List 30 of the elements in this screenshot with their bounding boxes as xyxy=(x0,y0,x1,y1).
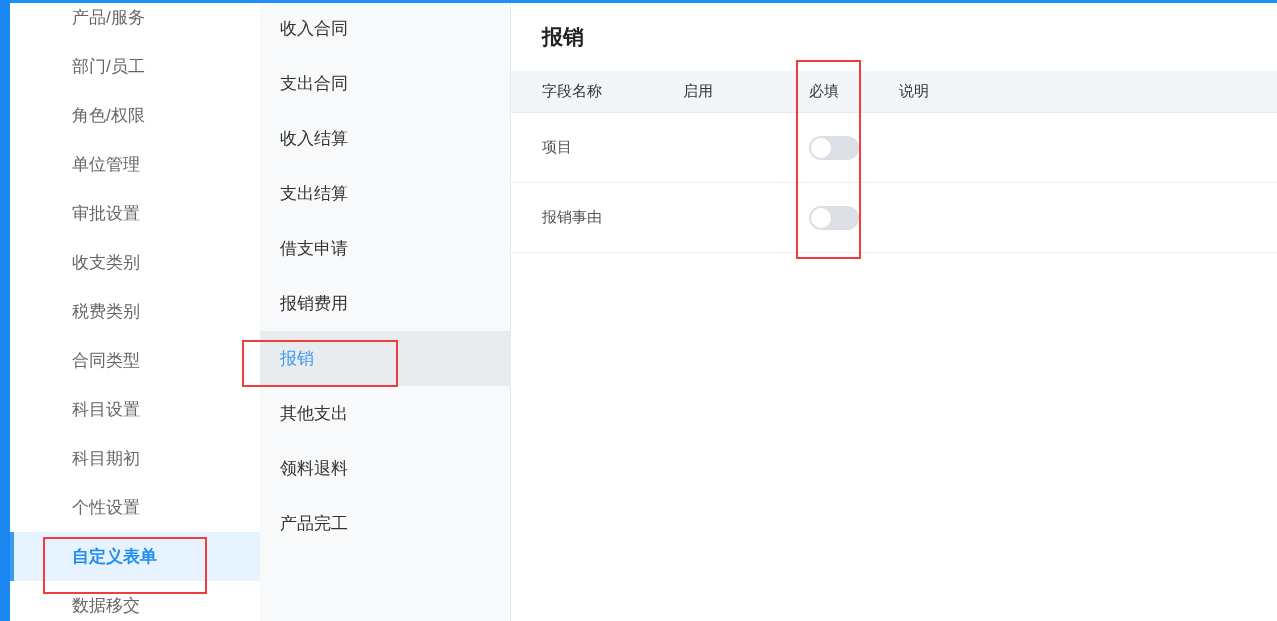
sidebar-item[interactable]: 单位管理 xyxy=(10,140,260,189)
form-list-item[interactable]: 收入结算 xyxy=(260,111,510,166)
form-list-item[interactable]: 产品完工 xyxy=(260,496,510,551)
column-header: 字段名称 xyxy=(542,82,602,100)
sidebar-item[interactable]: 科目设置 xyxy=(10,385,260,434)
form-list-item[interactable]: 领料退料 xyxy=(260,441,510,496)
sidebar-item[interactable]: 产品/服务 xyxy=(10,3,260,42)
panel-title: 报销 xyxy=(542,24,584,51)
form-list-item[interactable]: 收入合同 xyxy=(260,3,510,56)
sidebar-item[interactable]: 审批设置 xyxy=(10,189,260,238)
sidebar-item[interactable]: 收支类别 xyxy=(10,238,260,287)
column-header: 必填 xyxy=(809,82,839,100)
sidebar-item[interactable]: 个性设置 xyxy=(10,483,260,532)
column-header: 启用 xyxy=(683,82,713,100)
required-toggle[interactable] xyxy=(809,205,859,230)
field-name: 项目 xyxy=(542,138,572,156)
sidebar-item[interactable]: 部门/员工 xyxy=(10,42,260,91)
required-toggle[interactable] xyxy=(809,135,859,160)
form-list-item[interactable]: 借支申请 xyxy=(260,221,510,276)
sidebar-item[interactable]: 税费类别 xyxy=(10,287,260,336)
form-list-item[interactable]: 支出结算 xyxy=(260,166,510,221)
column-header: 说明 xyxy=(899,82,929,100)
form-list-item[interactable]: 报销费用 xyxy=(260,276,510,331)
form-list-item[interactable]: 支出合同 xyxy=(260,56,510,111)
sidebar-item[interactable]: 角色/权限 xyxy=(10,91,260,140)
sidebar-item[interactable]: 合同类型 xyxy=(10,336,260,385)
field-name: 报销事由 xyxy=(542,208,602,226)
sidebar-item[interactable]: 数据移交 xyxy=(10,581,260,621)
sidebar-item[interactable]: 科目期初 xyxy=(10,434,260,483)
form-list-item[interactable]: 其他支出 xyxy=(260,386,510,441)
